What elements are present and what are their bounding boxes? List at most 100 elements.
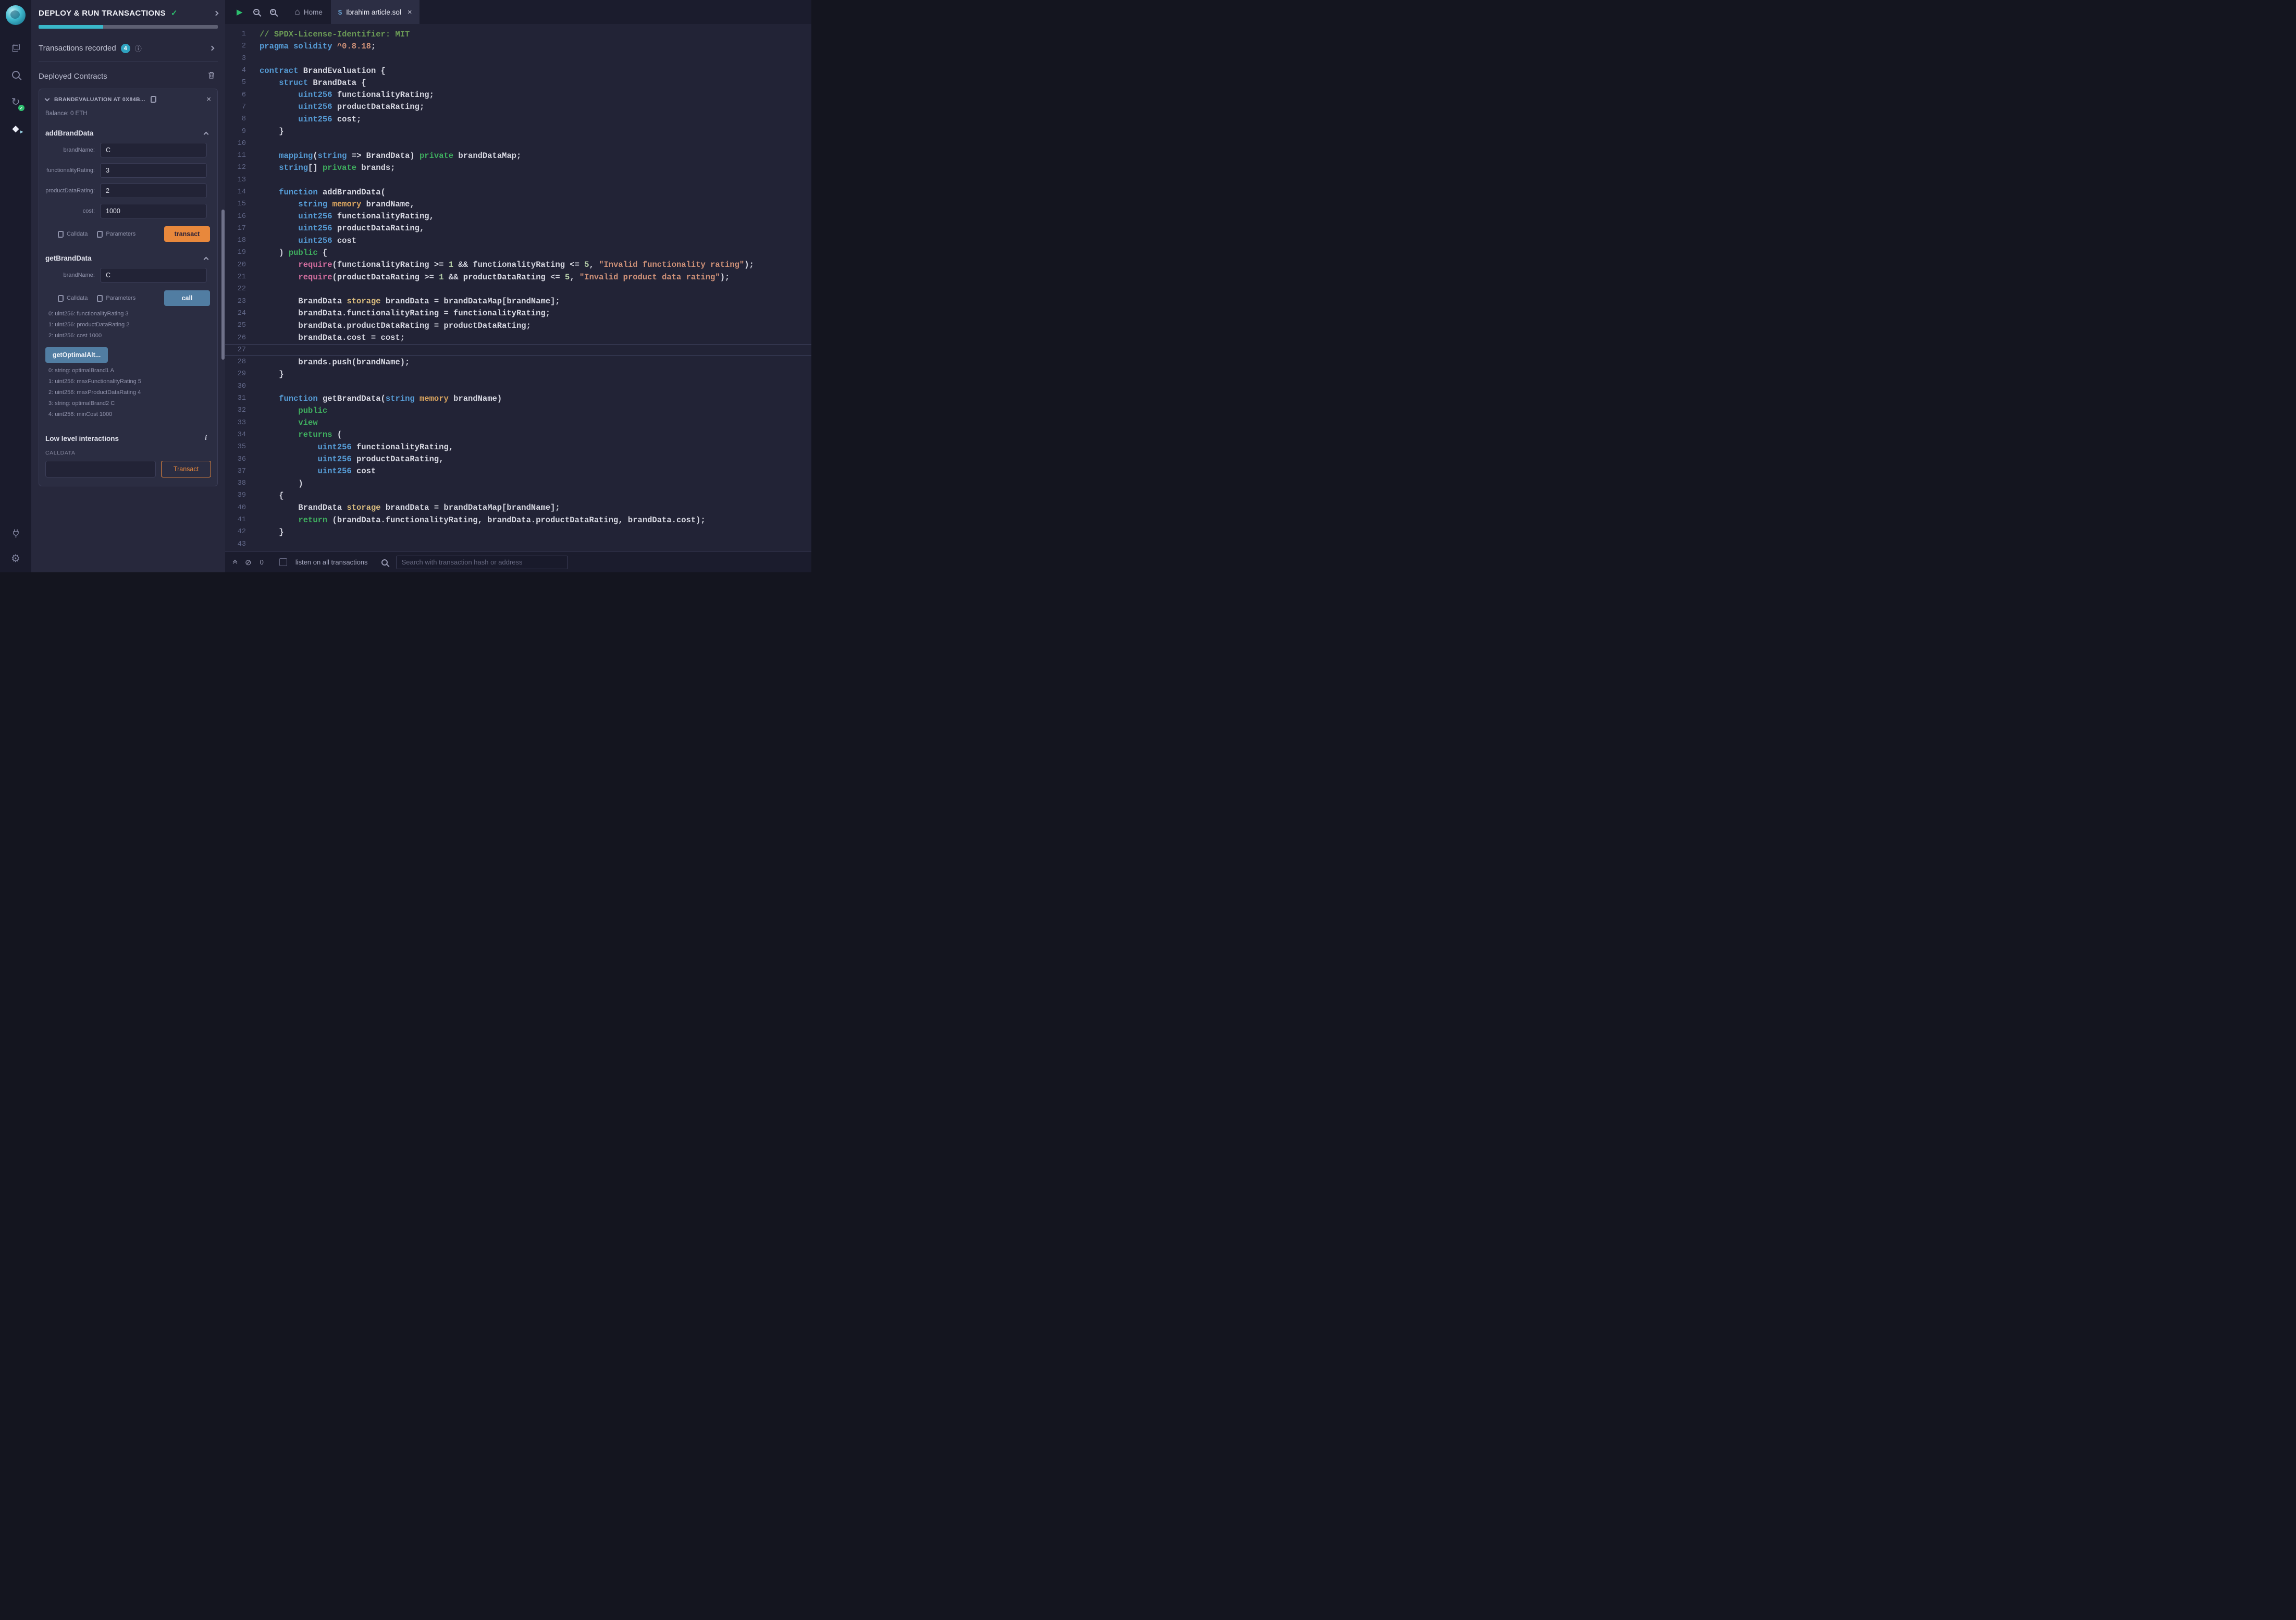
line-number[interactable]: 32 bbox=[225, 407, 260, 414]
line-number[interactable]: 5 bbox=[225, 79, 260, 87]
code-line[interactable]: 20 require(functionalityRating >= 1 && f… bbox=[225, 259, 811, 271]
code-line[interactable]: 9 } bbox=[225, 125, 811, 137]
collapse-chevron-icon[interactable] bbox=[204, 132, 209, 137]
line-number[interactable]: 31 bbox=[225, 395, 260, 402]
deploy-run-icon[interactable]: ◆▸ bbox=[0, 122, 31, 136]
code-line[interactable]: 6 uint256 functionalityRating; bbox=[225, 89, 811, 101]
code-line[interactable]: 35 uint256 functionalityRating, bbox=[225, 441, 811, 453]
line-number[interactable]: 33 bbox=[225, 419, 260, 427]
code-line[interactable]: 18 uint256 cost bbox=[225, 235, 811, 247]
code-line[interactable]: 4contract BrandEvaluation { bbox=[225, 65, 811, 77]
search-icon-rail[interactable] bbox=[0, 68, 31, 81]
line-number[interactable]: 10 bbox=[225, 140, 260, 148]
get-brandname-input[interactable] bbox=[100, 268, 207, 283]
low-level-transact-button[interactable]: Transact bbox=[161, 461, 211, 477]
code-line[interactable]: 15 string memory brandName, bbox=[225, 198, 811, 210]
code-line[interactable]: 10 bbox=[225, 138, 811, 150]
code-line[interactable]: 2pragma solidity ^0.8.18; bbox=[225, 40, 811, 52]
code-line[interactable]: 36 uint256 productDataRating, bbox=[225, 453, 811, 465]
line-number[interactable]: 25 bbox=[225, 322, 260, 329]
get-optimal-alt-button[interactable]: getOptimalAlt... bbox=[45, 347, 108, 363]
line-number[interactable]: 34 bbox=[225, 431, 260, 439]
terminal-search-input[interactable] bbox=[396, 556, 568, 569]
code-line[interactable]: 26 brandData.cost = cost; bbox=[225, 332, 811, 343]
transactions-expand-chevron-icon[interactable] bbox=[209, 46, 215, 51]
line-number[interactable]: 43 bbox=[225, 541, 260, 548]
line-number[interactable]: 1 bbox=[225, 30, 260, 38]
code-line[interactable]: 33 view bbox=[225, 417, 811, 429]
line-number[interactable]: 2 bbox=[225, 42, 260, 50]
code-line[interactable]: 41 return (brandData.functionalityRating… bbox=[225, 514, 811, 526]
code-line[interactable]: 38 ) bbox=[225, 477, 811, 489]
solidity-compiler-icon[interactable]: ↻ ✓ bbox=[0, 95, 31, 108]
code-line[interactable]: 7 uint256 productDataRating; bbox=[225, 101, 811, 113]
contract-collapse-chevron-icon[interactable] bbox=[45, 96, 50, 101]
remove-instance-icon[interactable]: × bbox=[206, 95, 211, 103]
low-level-info-icon[interactable]: i bbox=[205, 434, 207, 443]
delete-contracts-button[interactable] bbox=[208, 71, 215, 81]
parameters-copy-button[interactable]: Parameters bbox=[97, 295, 135, 302]
code-line[interactable]: 19 ) public { bbox=[225, 247, 811, 259]
code-line[interactable]: 42 } bbox=[225, 526, 811, 538]
code-line[interactable]: 37 uint256 cost bbox=[225, 465, 811, 477]
calldata-input[interactable] bbox=[45, 461, 156, 477]
code-line[interactable]: 8 uint256 cost; bbox=[225, 113, 811, 125]
code-line[interactable]: 3 bbox=[225, 53, 811, 65]
code-line[interactable]: 28 brands.push(brandName); bbox=[225, 356, 811, 368]
code-line[interactable]: 29 } bbox=[225, 368, 811, 380]
line-number[interactable]: 17 bbox=[225, 225, 260, 232]
calldata-copy-button[interactable]: Calldata bbox=[58, 295, 88, 302]
tab-ibrahim-article[interactable]: $ Ibrahim article.sol × bbox=[331, 0, 419, 24]
zoom-out-icon[interactable]: − bbox=[253, 9, 260, 15]
code-line[interactable]: 39 { bbox=[225, 489, 811, 501]
code-line[interactable]: 5 struct BrandData { bbox=[225, 77, 811, 89]
line-number[interactable]: 29 bbox=[225, 370, 260, 378]
line-number[interactable]: 27 bbox=[225, 346, 260, 354]
code-line[interactable]: 31 function getBrandData(string memory b… bbox=[225, 392, 811, 404]
line-number[interactable]: 13 bbox=[225, 176, 260, 184]
functionality-rating-input[interactable] bbox=[100, 163, 207, 178]
code-editor[interactable]: 1// SPDX-License-Identifier: MIT2pragma … bbox=[225, 24, 811, 551]
line-number[interactable]: 16 bbox=[225, 213, 260, 220]
code-line[interactable]: 17 uint256 productDataRating, bbox=[225, 223, 811, 235]
copy-address-icon[interactable] bbox=[151, 96, 156, 103]
line-number[interactable]: 39 bbox=[225, 492, 260, 499]
code-line[interactable]: 11 mapping(string => BrandData) private … bbox=[225, 150, 811, 162]
get-brand-data-section-header[interactable]: getBrandData bbox=[45, 254, 211, 262]
line-number[interactable]: 30 bbox=[225, 383, 260, 390]
code-area[interactable]: 1// SPDX-License-Identifier: MIT2pragma … bbox=[225, 28, 811, 550]
line-number[interactable]: 28 bbox=[225, 358, 260, 366]
cost-input[interactable] bbox=[100, 204, 207, 218]
code-line[interactable]: 30 bbox=[225, 381, 811, 392]
code-line[interactable]: 22 bbox=[225, 283, 811, 295]
line-number[interactable]: 41 bbox=[225, 516, 260, 524]
product-data-rating-input[interactable] bbox=[100, 183, 207, 198]
code-line[interactable]: 23 BrandData storage brandData = brandDa… bbox=[225, 296, 811, 308]
line-number[interactable]: 11 bbox=[225, 152, 260, 159]
code-line[interactable]: 40 BrandData storage brandData = brandDa… bbox=[225, 502, 811, 514]
line-number[interactable]: 20 bbox=[225, 261, 260, 269]
expand-terminal-icon[interactable] bbox=[233, 560, 237, 565]
line-number[interactable]: 3 bbox=[225, 55, 260, 63]
file-explorer-icon[interactable] bbox=[0, 41, 31, 54]
line-number[interactable]: 8 bbox=[225, 115, 260, 123]
line-number[interactable]: 24 bbox=[225, 310, 260, 317]
listen-transactions-checkbox[interactable] bbox=[279, 558, 287, 566]
remix-logo-icon[interactable] bbox=[6, 5, 26, 25]
close-tab-icon[interactable]: × bbox=[408, 8, 412, 16]
settings-icon-rail[interactable]: ⚙ bbox=[11, 551, 20, 565]
line-number[interactable]: 38 bbox=[225, 480, 260, 487]
code-line[interactable]: 13 bbox=[225, 174, 811, 186]
line-number[interactable]: 15 bbox=[225, 200, 260, 208]
line-number[interactable]: 23 bbox=[225, 298, 260, 305]
line-number[interactable]: 21 bbox=[225, 273, 260, 281]
code-line[interactable]: 43 bbox=[225, 538, 811, 550]
line-number[interactable]: 19 bbox=[225, 249, 260, 256]
brandname-input[interactable] bbox=[100, 143, 207, 157]
calldata-copy-button[interactable]: Calldata bbox=[58, 231, 88, 238]
code-line[interactable]: 27 bbox=[225, 344, 811, 356]
parameters-copy-button[interactable]: Parameters bbox=[97, 231, 135, 238]
code-line[interactable]: 16 uint256 functionalityRating, bbox=[225, 210, 811, 222]
line-number[interactable]: 40 bbox=[225, 504, 260, 512]
line-number[interactable]: 18 bbox=[225, 237, 260, 244]
